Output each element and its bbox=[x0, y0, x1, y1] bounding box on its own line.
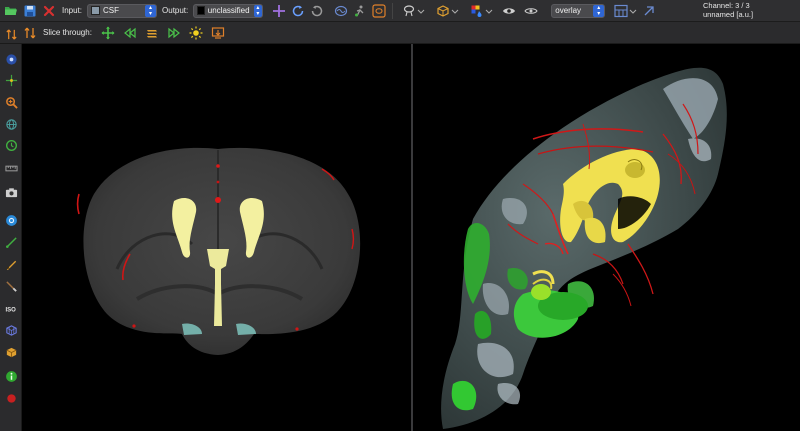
surface-view-3d[interactable] bbox=[413, 44, 800, 431]
info-green-icon[interactable] bbox=[3, 368, 19, 384]
mesh-icon[interactable] bbox=[3, 322, 19, 338]
brain-3d-icon[interactable] bbox=[333, 3, 349, 19]
svg-text:ISO: ISO bbox=[5, 307, 16, 313]
slice-stack-icon[interactable] bbox=[144, 25, 160, 41]
box-3d-icon[interactable] bbox=[435, 3, 451, 19]
info-circle-icon[interactable] bbox=[3, 212, 19, 228]
target-icon[interactable] bbox=[3, 51, 19, 67]
save-icon[interactable] bbox=[22, 3, 38, 19]
move-icon[interactable] bbox=[3, 72, 19, 88]
lasso-icon[interactable] bbox=[401, 3, 417, 19]
zoom-icon[interactable] bbox=[3, 94, 19, 110]
open-folder-icon[interactable] bbox=[3, 3, 19, 19]
chevron-updown-icon: ▴ ▾ bbox=[145, 4, 157, 17]
coronal-slice-image bbox=[76, 147, 361, 355]
dropdown-chevron-icon[interactable] bbox=[629, 3, 637, 19]
crosshair-icon[interactable] bbox=[271, 3, 287, 19]
dropdown-chevron-icon[interactable] bbox=[417, 3, 425, 19]
slice-toolbar: Slice through: bbox=[0, 22, 800, 44]
swap-orange-icon[interactable] bbox=[22, 25, 38, 41]
clock-icon[interactable] bbox=[3, 137, 19, 153]
move-cross-icon[interactable] bbox=[100, 25, 116, 41]
close-red-x-icon[interactable] bbox=[41, 3, 57, 19]
cube-icon[interactable] bbox=[3, 344, 19, 360]
paint-figure-icon[interactable] bbox=[352, 3, 368, 19]
brain-orange-icon[interactable] bbox=[371, 3, 387, 19]
line-tool-icon[interactable] bbox=[3, 234, 19, 250]
color-drop-icon[interactable] bbox=[469, 3, 485, 19]
channel-unit: unnamed [a.u.] bbox=[703, 10, 754, 19]
main-toolbar: Input: CSF ▴▾ Output: unclassified ▴▾ bbox=[0, 0, 800, 22]
left-toolbar: ISO bbox=[0, 28, 22, 431]
toolbar-separator bbox=[392, 2, 394, 19]
dropdown-chevron-icon[interactable] bbox=[485, 3, 493, 19]
layout-icon[interactable] bbox=[613, 3, 629, 19]
input-select[interactable]: CSF ▴ ▾ bbox=[87, 3, 158, 18]
aqueduct bbox=[214, 284, 222, 326]
output-color-swatch bbox=[197, 6, 205, 15]
ruler-icon[interactable] bbox=[3, 160, 19, 176]
output-select-value: unclassified bbox=[207, 6, 250, 15]
overlay-select[interactable]: overlay ▴ ▾ bbox=[551, 3, 606, 18]
pencil-icon[interactable] bbox=[3, 256, 19, 272]
input-select-value: CSF bbox=[103, 6, 120, 15]
3d-surface-render bbox=[441, 67, 727, 430]
scalpel-icon[interactable] bbox=[3, 278, 19, 294]
mask-mode-icon[interactable] bbox=[523, 3, 539, 19]
overlay-select-value: overlay bbox=[555, 6, 582, 15]
lock-icon[interactable] bbox=[641, 3, 657, 19]
slice-through-label: Slice through: bbox=[43, 28, 92, 37]
brightness-icon[interactable] bbox=[188, 25, 204, 41]
output-label: Output: bbox=[162, 6, 189, 15]
rotate-globe-icon[interactable] bbox=[3, 116, 19, 132]
eye-mask-icon[interactable] bbox=[501, 3, 517, 19]
input-color-swatch bbox=[91, 6, 101, 15]
chevron-updown-icon: ▴ ▾ bbox=[253, 4, 263, 17]
channel-index: Channel: 3 / 3 bbox=[703, 1, 750, 10]
iso-icon[interactable]: ISO bbox=[3, 300, 19, 316]
undo-icon[interactable] bbox=[290, 3, 306, 19]
rewind-icon[interactable] bbox=[122, 25, 138, 41]
redo-icon[interactable] bbox=[309, 3, 325, 19]
red-dot-icon[interactable] bbox=[3, 390, 19, 406]
output-select[interactable]: unclassified ▴ ▾ bbox=[193, 3, 264, 18]
swap-arrows-icon[interactable] bbox=[3, 26, 19, 42]
slice-view-2d[interactable] bbox=[22, 44, 411, 431]
export-icon[interactable] bbox=[210, 25, 226, 41]
input-label: Input: bbox=[62, 6, 83, 15]
camera-icon[interactable] bbox=[3, 184, 19, 200]
dropdown-chevron-icon[interactable] bbox=[451, 3, 459, 19]
forward-icon[interactable] bbox=[166, 25, 182, 41]
chevron-updown-icon: ▴ ▾ bbox=[593, 4, 605, 17]
channel-info: Channel: 3 / 3 unnamed [a.u.] bbox=[703, 1, 753, 19]
